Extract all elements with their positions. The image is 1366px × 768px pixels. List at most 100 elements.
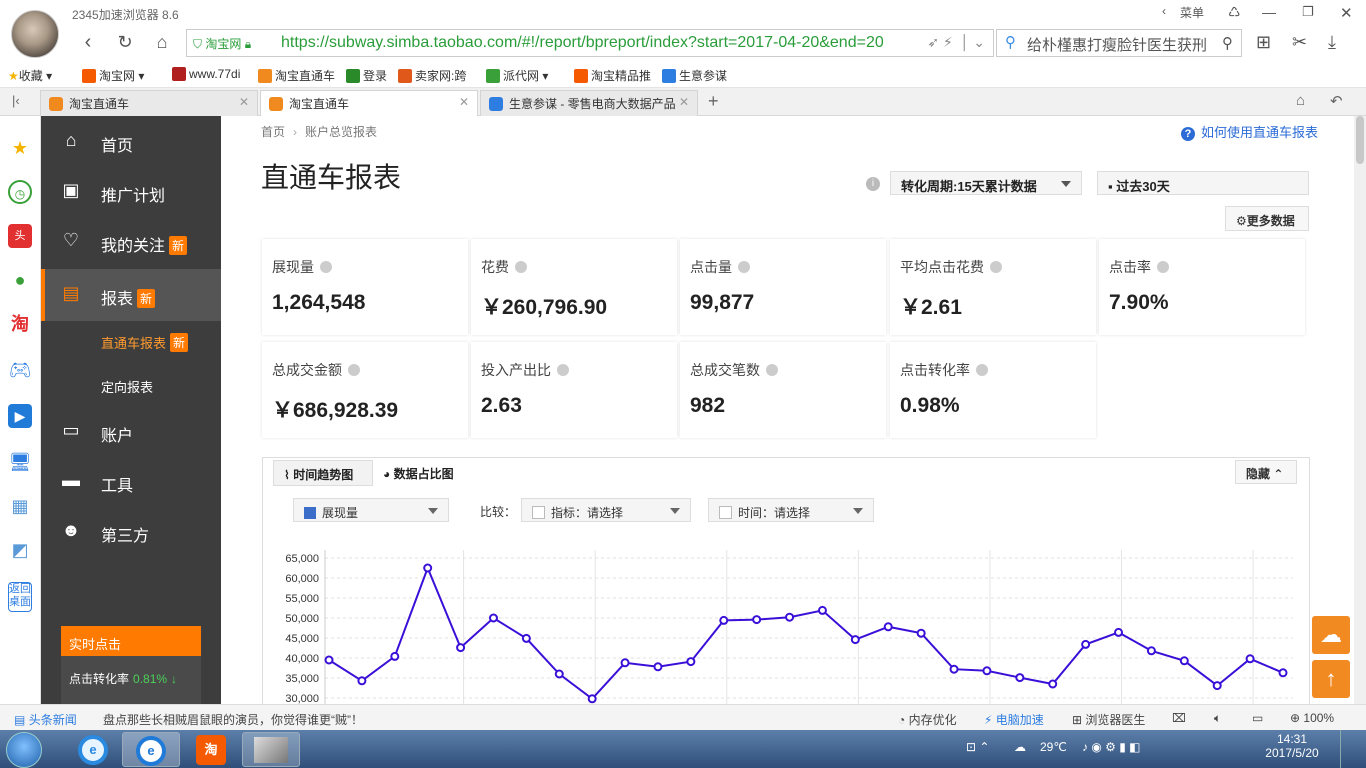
headline-news-icon[interactable]: 头 <box>8 224 32 248</box>
fav-item[interactable]: 淘宝精品推 <box>574 67 651 84</box>
realtime-panel[interactable]: 实时点击 点击转化率 0.81% ↓ <box>61 626 201 704</box>
nav-item-follow[interactable]: ♡ 我的关注新 <box>41 216 221 266</box>
help-icon[interactable] <box>990 261 1002 273</box>
help-icon[interactable] <box>515 261 527 273</box>
sidebar-toggle-icon[interactable]: |‹ <box>12 93 20 108</box>
scissors-icon[interactable]: ✂ <box>1292 32 1307 53</box>
notes-icon[interactable]: ◩ <box>8 538 32 562</box>
nav-item-home[interactable]: ⌂ 首页 <box>41 116 221 166</box>
metric-select[interactable]: 展现量 <box>293 498 449 522</box>
search-box[interactable]: ⚲ 给朴槿惠打瘦脸针医生获刑 ⚲ <box>996 29 1242 57</box>
refresh-button[interactable]: ↻ <box>113 30 137 54</box>
url-text[interactable]: https://subway.simba.taobao.com/#!/repor… <box>281 34 911 52</box>
close-button[interactable]: ✕ <box>1340 4 1353 22</box>
compare-checkbox[interactable] <box>719 506 732 519</box>
close-tab-icon[interactable]: ✕ <box>678 95 689 109</box>
volume-icon[interactable]: 🔈︎ <box>1214 711 1221 726</box>
help-icon[interactable] <box>320 261 332 273</box>
back-button[interactable]: ‹ <box>76 30 100 54</box>
rocket-icon[interactable]: ➶ <box>927 34 939 50</box>
tab-ztc-1[interactable]: 淘宝直通车 ✕ <box>40 90 258 116</box>
page-scrollbar[interactable] <box>1354 116 1366 704</box>
window-icon[interactable]: ▭ <box>1252 711 1263 725</box>
ie-taskbar-icon[interactable]: e <box>70 732 116 767</box>
nav-item-tools[interactable]: ▬ 工具 <box>41 456 221 506</box>
scrollbar-thumb[interactable] <box>1356 116 1364 164</box>
recycle-icon[interactable]: ⌂ <box>1296 92 1305 109</box>
metric-card-ctr[interactable]: 点击率 7.90% <box>1099 239 1305 335</box>
address-bar[interactable]: ⛉ 淘宝网 🔒︎ https://subway.simba.taobao.com… <box>186 29 994 57</box>
skin-icon[interactable]: ♺ <box>1228 4 1241 21</box>
apps-grid-icon[interactable]: ⊞ <box>1256 32 1271 53</box>
show-desktop-button[interactable] <box>1340 730 1364 768</box>
browser-doctor-button[interactable]: ⊞ 浏览器医生 <box>1072 711 1145 728</box>
home-button[interactable]: ⌂ <box>150 30 174 54</box>
tab-sycm[interactable]: 生意参谋 - 零售电商大数据产品 ✕ <box>480 90 698 116</box>
breadcrumb-home[interactable]: 首页 <box>261 125 285 139</box>
tab-time-trend[interactable]: ⌇ 时间趋势图 <box>273 460 373 486</box>
download-icon[interactable]: ⤓ <box>1328 32 1336 53</box>
fav-item[interactable]: 卖家网:跨 <box>398 67 466 84</box>
tab-ztc-2[interactable]: 淘宝直通车 ✕ <box>260 90 478 116</box>
new-tab-button[interactable]: + <box>708 91 719 112</box>
menu-chevron-icon[interactable]: ‹ <box>1162 4 1166 18</box>
tab-data-share[interactable]: ◕ 数据占比图 <box>373 460 473 486</box>
photo-taskbar-icon[interactable] <box>242 732 300 767</box>
back-to-top-button[interactable]: ↑ <box>1312 660 1350 698</box>
fav-item[interactable]: 生意参谋 <box>662 67 727 84</box>
favorites-star-icon[interactable]: ★ <box>8 136 32 160</box>
taobao-taskbar-icon[interactable]: 淘 <box>188 732 234 767</box>
customer-service-button[interactable]: ☁ <box>1312 616 1350 654</box>
history-clock-icon[interactable]: ◷ <box>8 180 32 204</box>
tray-app-icons[interactable]: ♪ ◉ ⚙ ▮ ◧ <box>1082 740 1141 754</box>
chat-icon[interactable]: ● <box>8 268 32 292</box>
game-icon[interactable]: 🎮︎ <box>8 358 32 382</box>
user-avatar[interactable] <box>11 10 59 58</box>
help-icon[interactable] <box>766 364 778 376</box>
close-tab-icon[interactable]: ✕ <box>459 95 469 109</box>
metric-card-cpc[interactable]: 平均点击花费 ￥2.61 <box>890 239 1096 335</box>
nav-item-thirdparty[interactable]: ☻ 第三方 <box>41 506 221 556</box>
help-link[interactable]: ? 如何使用直通车报表 <box>1181 122 1318 141</box>
fav-item[interactable]: 派代网 ▾ <box>486 67 548 84</box>
computer-icon[interactable]: 🖥︎ <box>8 450 32 474</box>
address-bar-tools[interactable]: ➶ ⚡︎ │ ⌄ <box>927 34 985 51</box>
fav-item[interactable]: www.77di <box>172 67 240 81</box>
nav-item-campaigns[interactable]: ▣ 推广计划 <box>41 166 221 216</box>
taobao-icon[interactable]: 淘 <box>8 312 32 336</box>
help-icon[interactable] <box>348 364 360 376</box>
subnav-ztc-report[interactable]: 直通车报表新 <box>101 333 189 352</box>
help-icon[interactable] <box>1157 261 1169 273</box>
restore-button[interactable]: ❐ <box>1302 4 1314 20</box>
compare-checkbox[interactable] <box>532 506 545 519</box>
fav-item[interactable]: ★收藏 ▾ <box>8 67 52 84</box>
pc-speedup-button[interactable]: ⚡︎ 电脑加速 <box>984 711 1044 728</box>
chevron-down-icon[interactable]: ⌄ <box>973 34 985 50</box>
metric-card-clicks[interactable]: 点击量 99,877 <box>680 239 886 335</box>
calculator-icon[interactable]: ▦ <box>8 494 32 518</box>
zoom-level[interactable]: ⊕ 100% <box>1290 711 1334 725</box>
info-icon[interactable]: i <box>866 177 880 191</box>
more-data-button[interactable]: ⚙更多数据 <box>1225 206 1309 231</box>
search-input[interactable]: 给朴槿惠打瘦脸针医生获刑 <box>1027 34 1217 55</box>
ad-block-icon[interactable]: ⌧ <box>1172 711 1186 725</box>
metric-card-impressions[interactable]: 展现量 1,264,548 <box>262 239 468 335</box>
nav-item-reports[interactable]: ▤ 报表新 <box>41 269 221 321</box>
metric-card-roi[interactable]: 投入产出比 2.63 <box>471 342 677 438</box>
back-to-desktop-icon[interactable]: 返回桌面 <box>8 582 32 612</box>
help-icon[interactable] <box>976 364 988 376</box>
clock[interactable]: 14:31 2017/5/20 <box>1262 732 1322 760</box>
news-label[interactable]: ▤ 头条新闻 <box>14 711 77 728</box>
search-submit-icon[interactable]: ⚲ <box>1222 34 1233 52</box>
fav-item[interactable]: 登录 <box>346 67 387 84</box>
tray-icons[interactable]: ⊡ ⌃ <box>966 740 989 754</box>
subnav-targeted-report[interactable]: 定向报表 <box>101 377 153 396</box>
news-ticker[interactable]: 盘点那些长相贼眉鼠眼的演员，你觉得谁更“贼”！ <box>103 711 363 728</box>
close-tab-icon[interactable]: ✕ <box>239 95 249 109</box>
time-compare-select[interactable]: 时间：请选择 <box>708 498 874 522</box>
browser-taskbar-icon[interactable]: e <box>122 732 180 767</box>
metric-card-cost[interactable]: 花费 ￥260,796.90 <box>471 239 677 335</box>
date-range-select[interactable]: ▪ 过去30天 <box>1097 171 1309 195</box>
lightning-icon[interactable]: ⚡︎ <box>943 34 953 50</box>
metric-card-cvr[interactable]: 点击转化率 0.98% <box>890 342 1096 438</box>
